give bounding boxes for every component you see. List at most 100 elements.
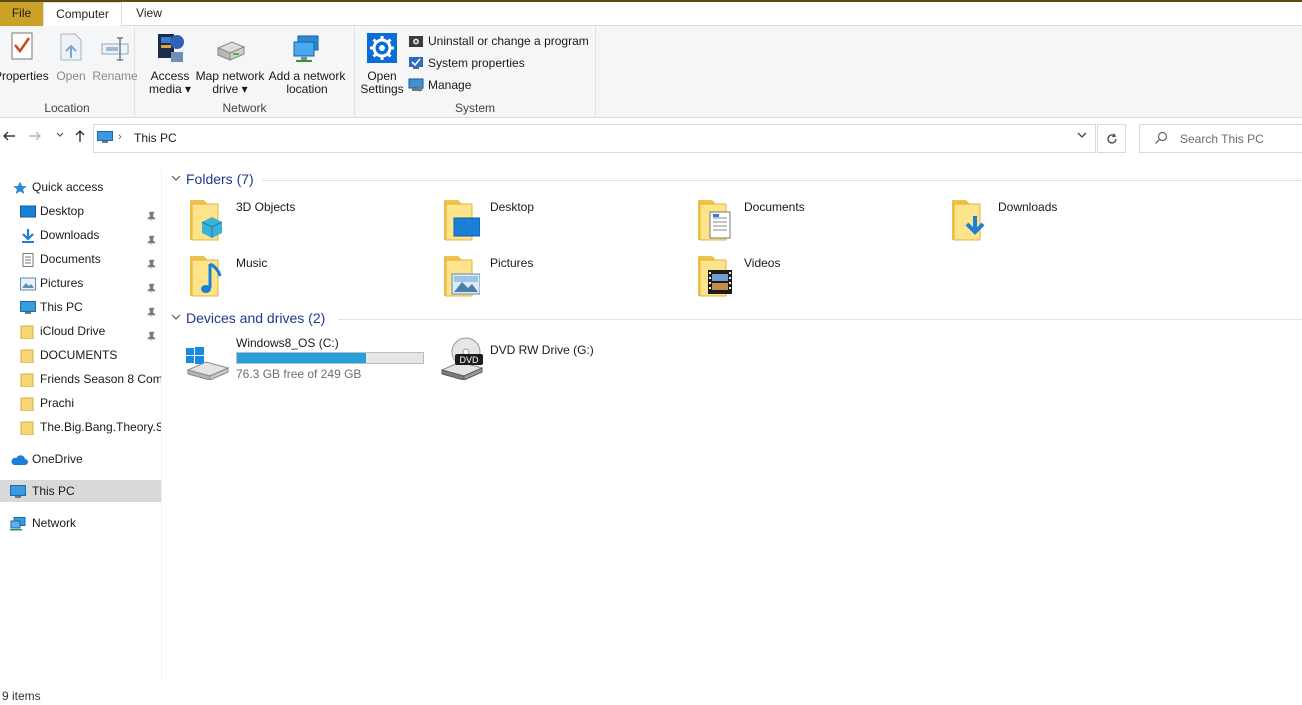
media-icon bbox=[153, 30, 187, 66]
nav-item-label: Downloads bbox=[40, 228, 100, 242]
drive-g[interactable]: DVD DVD RW Drive (G:) bbox=[440, 336, 640, 386]
open-settings-button[interactable]: Open Settings bbox=[359, 30, 405, 96]
pin-icon[interactable] bbox=[146, 302, 156, 317]
drive-name: DVD RW Drive (G:) bbox=[490, 343, 594, 357]
tab-view[interactable]: View bbox=[124, 2, 174, 26]
pin-icon[interactable] bbox=[146, 326, 156, 341]
chevron-down-icon bbox=[56, 132, 64, 137]
pin-icon[interactable] bbox=[146, 254, 156, 269]
checklist-icon bbox=[4, 30, 38, 66]
nav-item-pictures[interactable]: Pictures bbox=[0, 272, 161, 294]
up-button[interactable] bbox=[71, 129, 89, 147]
breadcrumb-separator[interactable]: › bbox=[118, 131, 122, 143]
system-properties-label: System properties bbox=[428, 56, 525, 70]
open-button[interactable]: Open bbox=[52, 30, 90, 83]
star-icon bbox=[12, 180, 28, 194]
network-drive-icon bbox=[213, 30, 247, 66]
folder-documents[interactable]: Documents bbox=[694, 196, 944, 248]
nav-this-pc[interactable]: This PC bbox=[0, 480, 161, 502]
pin-icon[interactable] bbox=[146, 230, 156, 245]
recent-locations-button[interactable] bbox=[51, 129, 69, 147]
properties-label: Properties bbox=[0, 69, 49, 83]
nav-quick-access[interactable]: Quick access bbox=[0, 176, 161, 198]
nav-item-downloads[interactable]: Downloads bbox=[0, 224, 161, 246]
nav-item-icloud-drive[interactable]: iCloud Drive bbox=[0, 320, 161, 342]
ribbon-tab-bar: File Computer View bbox=[0, 2, 1302, 27]
tab-computer[interactable]: Computer bbox=[43, 2, 122, 27]
folder-label: 3D Objects bbox=[236, 200, 296, 214]
nav-item-label: Documents bbox=[40, 252, 101, 266]
search-box[interactable]: Search This PC bbox=[1139, 124, 1302, 153]
drives-section-header[interactable]: Devices and drives (2) bbox=[170, 310, 1302, 330]
pictures-folder-icon bbox=[440, 252, 481, 300]
nav-item-desktop[interactable]: Desktop bbox=[0, 200, 161, 222]
folder-videos[interactable]: Videos bbox=[694, 252, 944, 304]
network-location-icon bbox=[290, 30, 324, 66]
folder-label: Videos bbox=[744, 256, 781, 270]
cloud-icon bbox=[10, 452, 29, 466]
nav-item-label: Prachi bbox=[40, 396, 75, 410]
nav-item-friends[interactable]: Friends Season 8 Comp bbox=[0, 368, 162, 390]
drive-usage-bar bbox=[236, 352, 424, 364]
folder-icon bbox=[20, 324, 36, 340]
status-item-count: 9 items bbox=[2, 689, 41, 703]
network-group-label: Network bbox=[222, 101, 267, 115]
nav-onedrive-label: OneDrive bbox=[32, 452, 83, 466]
forward-arrow-icon bbox=[29, 131, 41, 141]
address-bar[interactable]: › This PC bbox=[93, 124, 1096, 153]
nav-onedrive[interactable]: OneDrive bbox=[0, 448, 161, 470]
location-group-label: Location bbox=[44, 101, 90, 115]
uninstall-program-button[interactable]: Uninstall or change a program bbox=[408, 32, 589, 52]
access-media-button[interactable]: Access media ▾ bbox=[147, 30, 193, 96]
system-properties-button[interactable]: System properties bbox=[408, 54, 525, 74]
back-button[interactable] bbox=[0, 129, 18, 147]
uninstall-program-label: Uninstall or change a program bbox=[428, 34, 589, 48]
folder-3d-objects[interactable]: 3D Objects bbox=[186, 196, 436, 248]
rename-label: Rename bbox=[92, 69, 138, 83]
open-settings-label: Open Settings bbox=[360, 69, 404, 96]
folder-music[interactable]: Music bbox=[186, 252, 436, 304]
tab-file[interactable]: File bbox=[0, 2, 43, 26]
map-network-drive-button[interactable]: Map network drive ▾ bbox=[194, 30, 266, 96]
manage-label: Manage bbox=[428, 78, 472, 92]
navigation-bar: › This PC Search This PC bbox=[0, 119, 1302, 159]
nav-item-documents-folder[interactable]: DOCUMENTS bbox=[0, 344, 161, 366]
pin-icon[interactable] bbox=[146, 278, 156, 293]
address-dropdown-icon[interactable] bbox=[1077, 130, 1087, 143]
documents-folder-icon bbox=[694, 196, 734, 244]
nav-item-label: Friends Season 8 Comp bbox=[40, 372, 162, 386]
nav-item-this-pc-pinned[interactable]: This PC bbox=[0, 296, 161, 318]
settings-gear-icon bbox=[365, 30, 399, 66]
open-label: Open bbox=[56, 69, 86, 83]
manage-button[interactable]: Manage bbox=[408, 76, 471, 96]
network-icon bbox=[10, 516, 26, 531]
desktop-icon bbox=[20, 204, 36, 218]
nav-item-big-bang-theory[interactable]: The.Big.Bang.Theory.Se bbox=[0, 416, 161, 438]
search-input[interactable]: Search This PC bbox=[1180, 132, 1264, 146]
manage-icon bbox=[408, 78, 424, 92]
breadcrumb-this-pc[interactable]: This PC bbox=[134, 131, 177, 145]
add-network-location-button[interactable]: Add a network location bbox=[267, 30, 347, 96]
windows-drive-icon bbox=[186, 336, 232, 381]
refresh-button[interactable] bbox=[1097, 124, 1126, 153]
properties-button[interactable]: Properties bbox=[0, 30, 49, 83]
up-arrow-icon bbox=[75, 130, 85, 142]
nav-item-label: This PC bbox=[40, 300, 83, 314]
folder-icon bbox=[20, 396, 36, 412]
downloads-icon bbox=[20, 228, 36, 243]
drive-c[interactable]: Windows8_OS (C:) 76.3 GB free of 249 GB bbox=[186, 336, 436, 386]
pc-icon bbox=[97, 131, 113, 144]
folder-pictures[interactable]: Pictures bbox=[440, 252, 690, 304]
nav-item-prachi[interactable]: Prachi bbox=[0, 392, 161, 414]
nav-item-label: iCloud Drive bbox=[40, 324, 106, 338]
pin-icon[interactable] bbox=[146, 206, 156, 221]
folders-section-header[interactable]: Folders (7) bbox=[170, 171, 1302, 191]
folder-downloads[interactable]: Downloads bbox=[948, 196, 1198, 248]
folder-label: Downloads bbox=[998, 200, 1058, 214]
forward-button[interactable] bbox=[26, 129, 44, 147]
nav-item-documents[interactable]: Documents bbox=[0, 248, 161, 270]
nav-network[interactable]: Network bbox=[0, 512, 161, 534]
folder-desktop[interactable]: Desktop bbox=[440, 196, 690, 248]
ribbon-group-location: Properties Open Rename Location bbox=[0, 26, 138, 118]
rename-button[interactable]: Rename bbox=[92, 30, 138, 83]
